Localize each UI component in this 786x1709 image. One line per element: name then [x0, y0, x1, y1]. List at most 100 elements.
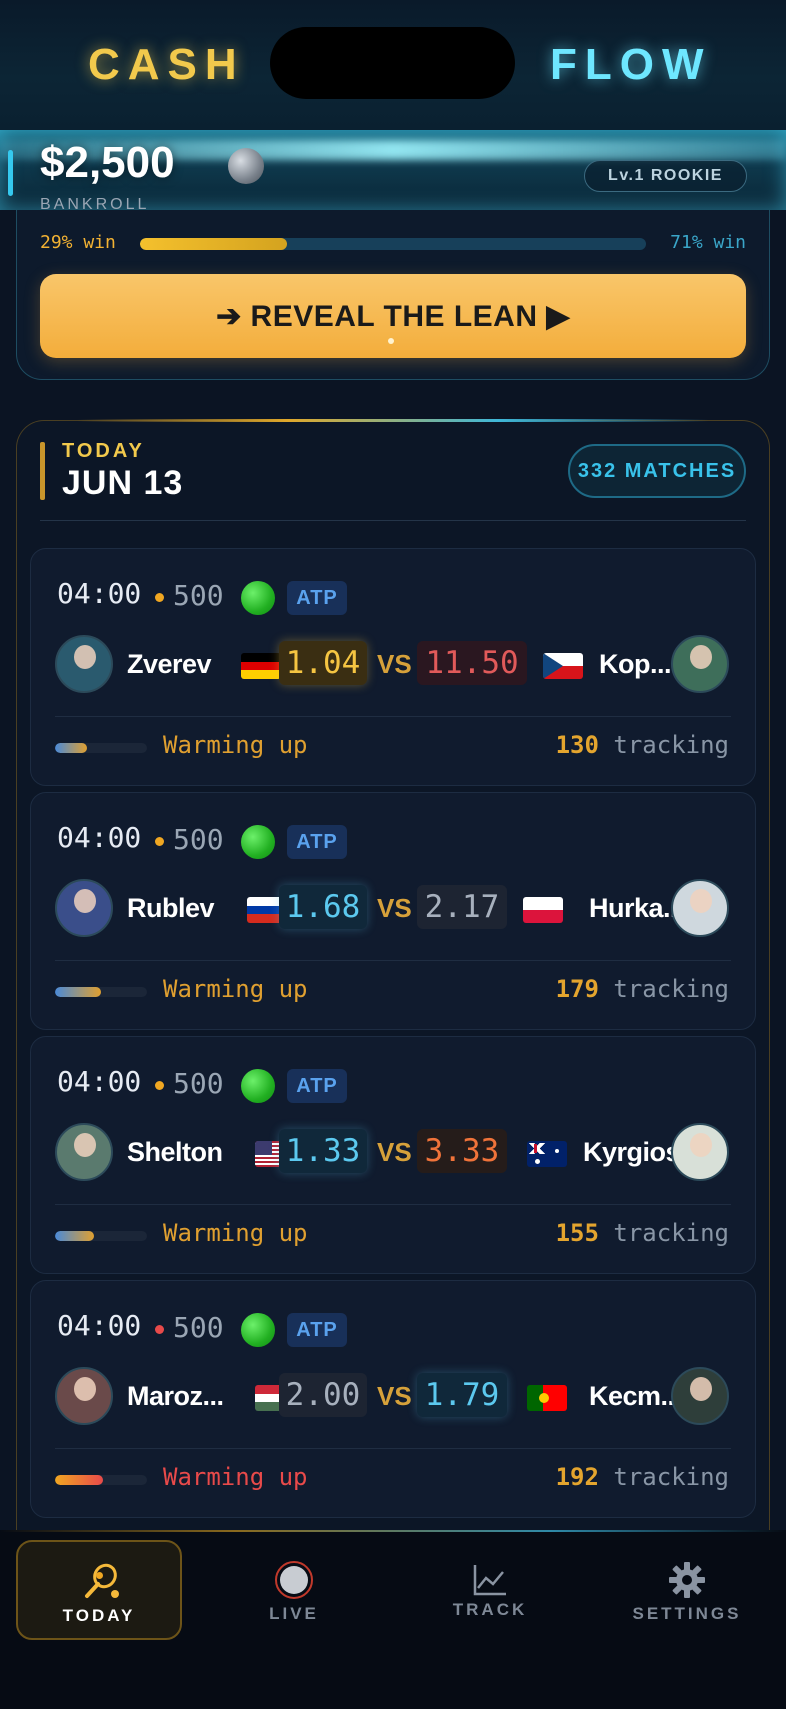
- brand-cash: CASH: [88, 40, 245, 89]
- tracking-label: tracking: [613, 975, 729, 1003]
- nav-live[interactable]: LIVE: [211, 1540, 377, 1640]
- card-divider: [55, 1448, 731, 1449]
- nav-track[interactable]: TRACK: [407, 1540, 573, 1640]
- warmup-progress-bar: [55, 1231, 147, 1241]
- win-probability-bar: [140, 238, 646, 250]
- win-probability-row: 29% win 71% win: [40, 232, 746, 256]
- card-divider: [55, 716, 731, 717]
- player2-avatar[interactable]: [671, 1367, 729, 1425]
- player2-flag-icon: [543, 653, 583, 679]
- match-card[interactable]: 04:00 500 ATP Maroz... 2.00 VS 1.79 Kecm…: [30, 1280, 756, 1518]
- player2-flag-icon: [527, 1141, 567, 1167]
- player2-flag-icon: [523, 897, 563, 923]
- match-time: 04:00: [57, 1065, 142, 1098]
- tennis-ball-icon: [241, 825, 275, 859]
- warmup-progress-fill: [55, 743, 88, 753]
- status-dot: [155, 1325, 164, 1334]
- tracking-number: 155: [555, 1219, 599, 1247]
- chart-line-icon: [473, 1565, 506, 1596]
- player1-odds[interactable]: 2.00: [279, 1373, 367, 1417]
- tour-badge: ATP: [287, 1313, 347, 1347]
- match-card[interactable]: 04:00 500 ATP Shelton 1.33 VS 3.33 Kyrgi…: [30, 1036, 756, 1274]
- tracking-count: 179 tracking: [556, 975, 729, 1003]
- player1-flag-icon: [241, 653, 281, 679]
- player1-odds[interactable]: 1.33: [279, 1129, 367, 1173]
- tour-badge: ATP: [287, 825, 347, 859]
- player2-avatar[interactable]: [671, 1123, 729, 1181]
- vs-label: VS: [377, 649, 412, 679]
- tournament-tier: 500: [173, 823, 224, 856]
- tennis-racket-icon: [85, 1563, 119, 1598]
- tracking-label: tracking: [613, 731, 729, 759]
- bankroll-label: BANKROLL: [40, 196, 150, 213]
- player1-avatar[interactable]: [55, 635, 113, 693]
- player2-avatar[interactable]: [671, 635, 729, 693]
- today-divider: [40, 520, 746, 521]
- match-card[interactable]: 04:00 500 ATP Zverev 1.04 VS 11.50 Kop..…: [30, 548, 756, 786]
- today-date: JUN 13: [62, 464, 184, 502]
- nav-today[interactable]: TODAY: [16, 1540, 182, 1640]
- match-status: Warming up: [163, 731, 308, 759]
- card-divider: [55, 1204, 731, 1205]
- match-card[interactable]: 04:00 500 ATP Rublev 1.68 VS 2.17 Hurka.…: [30, 792, 756, 1030]
- strip-accent: [8, 150, 13, 196]
- tournament-tier: 500: [173, 1067, 224, 1100]
- player1-avatar[interactable]: [55, 1367, 113, 1425]
- player1-name: Shelton: [127, 1137, 223, 1167]
- vs-label: VS: [377, 1137, 412, 1167]
- player1-odds[interactable]: 1.04: [279, 641, 367, 685]
- tournament-tier: 500: [173, 1311, 224, 1344]
- tracking-label: tracking: [613, 1219, 729, 1247]
- player2-odds[interactable]: 2.17: [417, 885, 507, 929]
- tennis-ball-icon: [241, 1313, 275, 1347]
- player1-avatar[interactable]: [55, 1123, 113, 1181]
- level-badge[interactable]: Lv.1 ROOKIE: [584, 160, 747, 192]
- nav-settings[interactable]: SETTINGS: [604, 1540, 770, 1640]
- warmup-progress-fill: [55, 1475, 103, 1485]
- match-status: Warming up: [163, 1219, 308, 1247]
- tournament-tier: 500: [173, 579, 224, 612]
- warmup-progress-fill: [55, 987, 101, 997]
- warmup-progress-bar: [55, 1475, 147, 1485]
- tracking-count: 155 tracking: [556, 1219, 729, 1247]
- nav-settings-label: SETTINGS: [632, 1604, 742, 1623]
- camera-notch: [270, 27, 515, 99]
- player1-name: Rublev: [127, 893, 215, 923]
- nav-active-dot: [96, 1572, 103, 1579]
- coin-icon: [228, 148, 264, 184]
- vs-label: VS: [377, 893, 412, 923]
- match-time: 04:00: [57, 1309, 142, 1342]
- status-dot: [155, 1081, 164, 1090]
- app-header: CASH FLOW: [0, 0, 786, 130]
- tour-badge: ATP: [287, 581, 347, 615]
- card-divider: [55, 960, 731, 961]
- status-dot: [155, 593, 164, 602]
- vs-label: VS: [377, 1381, 412, 1411]
- tour-badge: ATP: [287, 1069, 347, 1103]
- status-dot: [155, 837, 164, 846]
- left-win-pct: 29% win: [40, 232, 116, 253]
- match-status: Warming up: [163, 975, 308, 1003]
- gear-icon: [669, 1562, 705, 1598]
- player2-odds[interactable]: 11.50: [417, 641, 527, 685]
- win-probability-fill: [140, 238, 287, 250]
- reveal-lean-button[interactable]: ➔ REVEAL THE LEAN ▶: [40, 274, 746, 358]
- brand-flow: FLOW: [550, 40, 712, 89]
- reveal-lean-label: ➔ REVEAL THE LEAN ▶: [216, 299, 570, 333]
- tracking-label: tracking: [613, 1463, 729, 1491]
- player1-odds[interactable]: 1.68: [279, 885, 367, 929]
- player2-odds[interactable]: 3.33: [417, 1129, 507, 1173]
- nav-track-label: TRACK: [452, 1600, 528, 1619]
- warmup-progress-bar: [55, 743, 147, 753]
- matches-count-badge[interactable]: 332 MATCHES: [568, 444, 746, 498]
- player2-avatar[interactable]: [671, 879, 729, 937]
- today-label: TODAY: [62, 440, 145, 462]
- tennis-ball-icon: [241, 581, 275, 615]
- nav-today-label: TODAY: [62, 1606, 136, 1625]
- player2-odds[interactable]: 1.79: [417, 1373, 507, 1417]
- live-record-icon: [275, 1561, 313, 1599]
- warmup-progress-bar: [55, 987, 147, 997]
- tracking-count: 130 tracking: [556, 731, 729, 759]
- player1-name: Zverev: [127, 649, 212, 679]
- player1-avatar[interactable]: [55, 879, 113, 937]
